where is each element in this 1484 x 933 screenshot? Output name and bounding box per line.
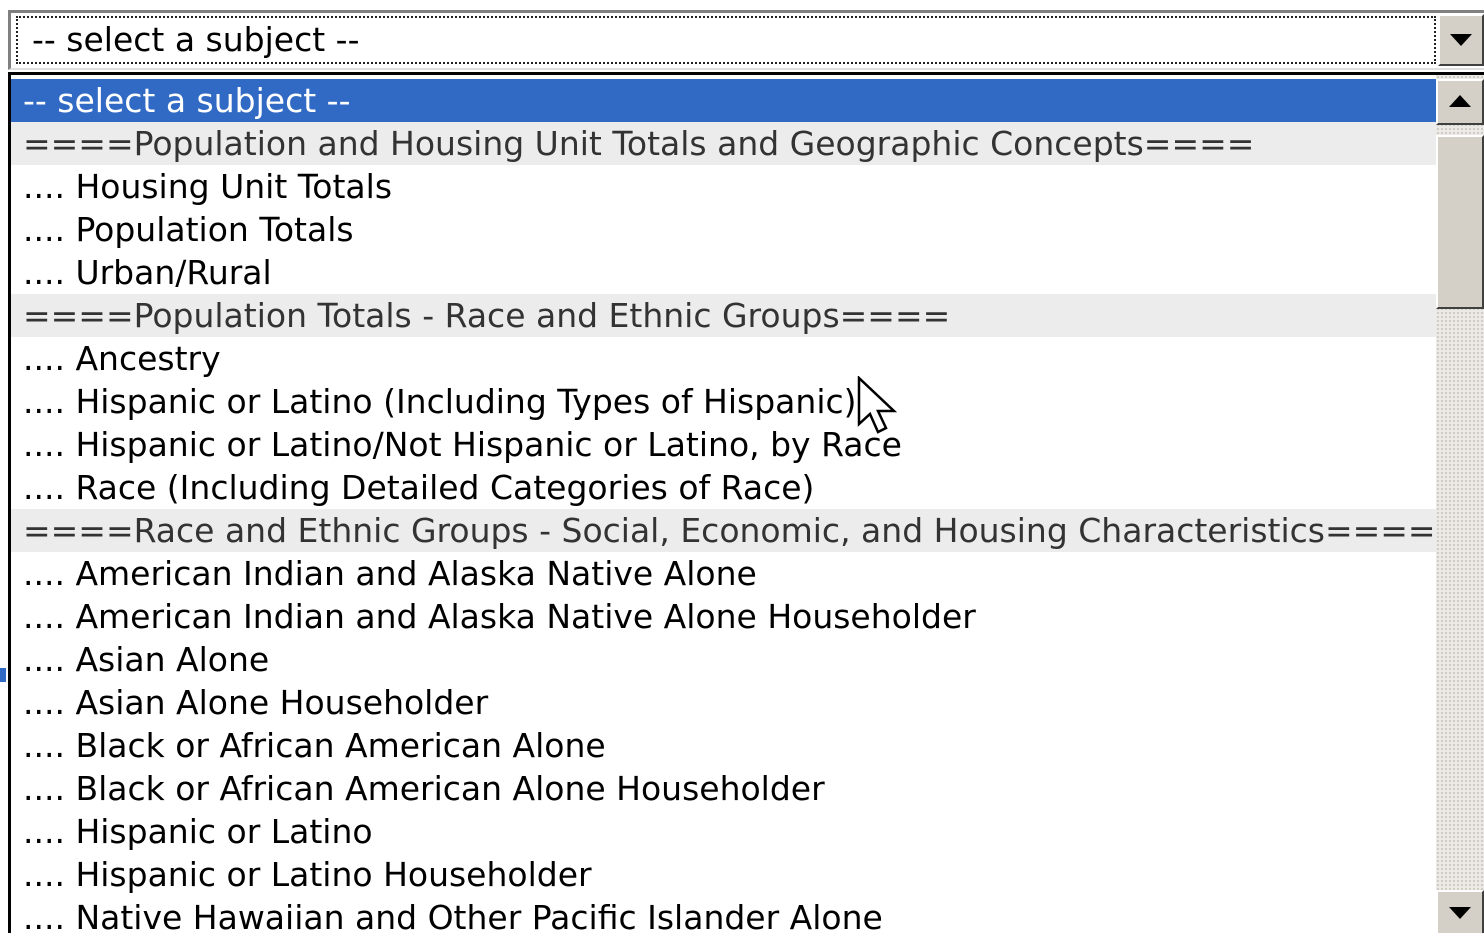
- option-item[interactable]: .... Black or African American Alone Hou…: [11, 767, 1437, 810]
- subject-select-dropdown-button[interactable]: [1438, 14, 1484, 66]
- scroll-up-icon: [1449, 95, 1471, 107]
- option-item[interactable]: .... Hispanic or Latino/Not Hispanic or …: [11, 423, 1437, 466]
- option-item[interactable]: .... Asian Alone: [11, 638, 1437, 681]
- option-group-header[interactable]: ====Population and Housing Unit Totals a…: [11, 122, 1437, 165]
- option-item[interactable]: .... Hispanic or Latino: [11, 810, 1437, 853]
- option-item[interactable]: .... Housing Unit Totals: [11, 165, 1437, 208]
- chevron-down-icon: [1450, 34, 1472, 46]
- option-item[interactable]: .... American Indian and Alaska Native A…: [11, 595, 1437, 638]
- scroll-up-button[interactable]: [1436, 79, 1484, 125]
- option-group-header[interactable]: ====Population Totals - Race and Ethnic …: [11, 294, 1437, 337]
- scroll-down-icon: [1449, 907, 1471, 919]
- page-edge-fragment: [0, 668, 6, 682]
- option-item[interactable]: .... Hispanic or Latino (Including Types…: [11, 380, 1437, 423]
- option-item[interactable]: .... Race (Including Detailed Categories…: [11, 466, 1437, 509]
- subject-options-list[interactable]: -- select a subject -- ====Population and…: [8, 72, 1484, 933]
- scroll-down-button[interactable]: [1436, 890, 1484, 933]
- option-item[interactable]: .... American Indian and Alaska Native A…: [11, 552, 1437, 595]
- option-item[interactable]: -- select a subject --: [11, 79, 1437, 122]
- option-item[interactable]: .... Ancestry: [11, 337, 1437, 380]
- option-item[interactable]: .... Urban/Rural: [11, 251, 1437, 294]
- option-group-header[interactable]: ====Race and Ethnic Groups - Social, Eco…: [11, 509, 1437, 552]
- subject-select[interactable]: -- select a subject --: [8, 10, 1484, 70]
- options-scrollbar[interactable]: [1436, 75, 1484, 933]
- mouse-pointer-icon: [857, 376, 898, 434]
- option-item[interactable]: .... Native Hawaiian and Other Pacific I…: [11, 896, 1437, 933]
- option-item[interactable]: .... Hispanic or Latino Householder: [11, 853, 1437, 896]
- scrollbar-thumb[interactable]: [1436, 135, 1484, 309]
- subject-select-value[interactable]: -- select a subject --: [16, 16, 1436, 64]
- option-item[interactable]: .... Population Totals: [11, 208, 1437, 251]
- option-item[interactable]: .... Asian Alone Householder: [11, 681, 1437, 724]
- option-item[interactable]: .... Black or African American Alone: [11, 724, 1437, 767]
